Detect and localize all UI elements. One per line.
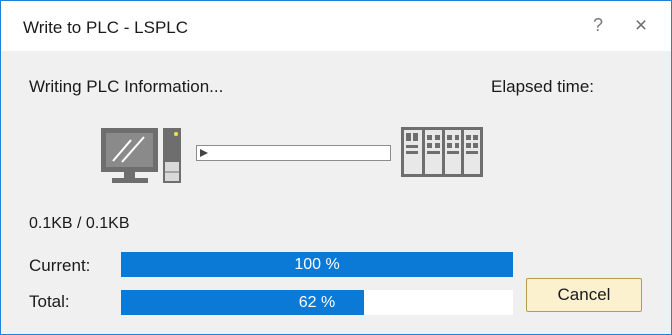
- transfer-progress-bar: [196, 145, 391, 161]
- plc-icon: [401, 127, 483, 177]
- total-progress-text: 62 %: [298, 294, 336, 311]
- current-progress-label: Current:: [29, 256, 91, 275]
- data-size-readout: 0.1KB / 0.1KB: [29, 215, 130, 232]
- total-progress-label: Total:: [29, 292, 70, 311]
- elapsed-time-label: Elapsed time:: [491, 77, 594, 96]
- current-progress-bar: 100 %: [121, 252, 513, 277]
- close-button[interactable]: ×: [628, 14, 654, 38]
- status-message: Writing PLC Information...: [29, 77, 224, 96]
- computer-icon: [101, 128, 181, 183]
- title-bar[interactable]: Write to PLC - LSPLC ? ×: [1, 1, 671, 51]
- help-button[interactable]: ?: [586, 15, 610, 37]
- transfer-arrow-icon: [200, 149, 208, 157]
- window-title: Write to PLC - LSPLC: [23, 18, 189, 37]
- current-progress-text: 100 %: [294, 256, 340, 273]
- write-to-plc-dialog: Write to PLC - LSPLC ? × Writing PLC Inf…: [0, 0, 672, 335]
- total-progress-bar: 62 %: [121, 290, 513, 315]
- cancel-button[interactable]: Cancel: [526, 278, 642, 312]
